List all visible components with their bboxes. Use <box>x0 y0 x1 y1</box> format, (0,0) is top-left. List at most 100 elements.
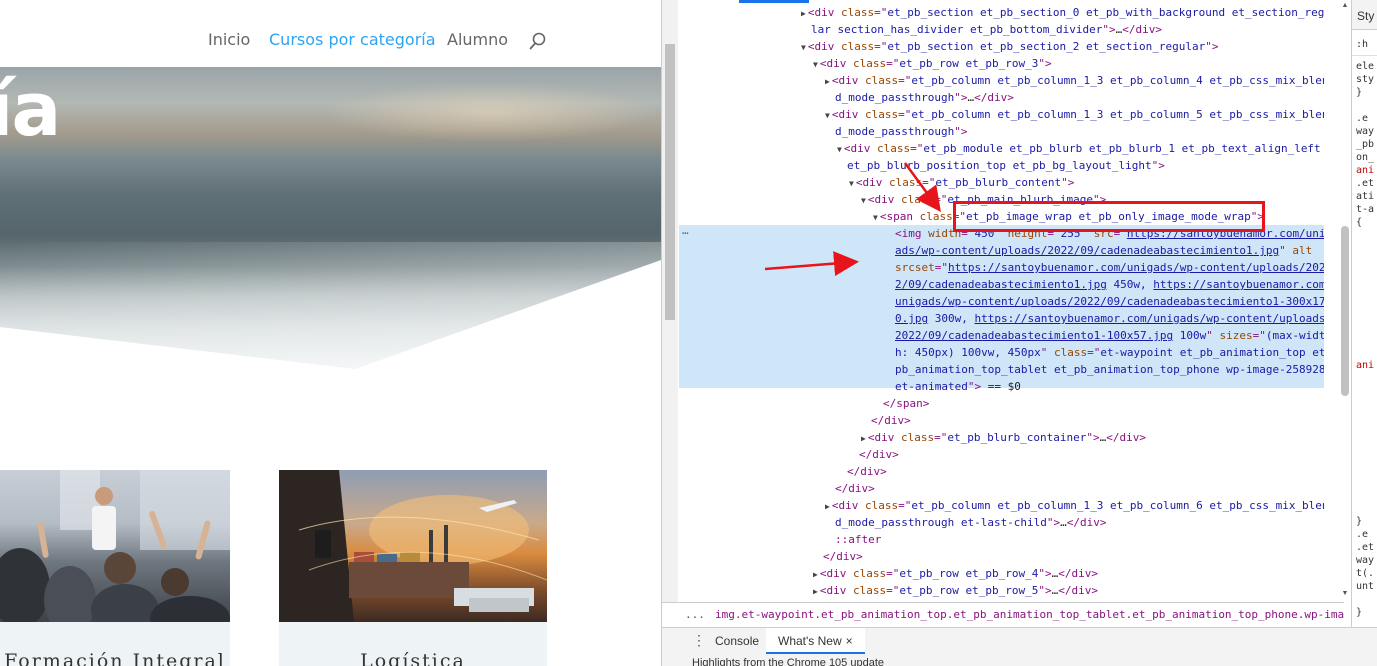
dom-node-line[interactable]: srcset="https://santoybuenamor.com/uniga… <box>895 259 1324 276</box>
collapse-triangle-icon[interactable]: ▼ <box>825 111 830 120</box>
page-scrollbar-thumb[interactable] <box>665 44 675 320</box>
dom-token-val: et_pb_column et_pb_column_1_3 et_pb_colu… <box>911 108 1324 121</box>
dom-token-val: (max-widt <box>1265 329 1324 342</box>
dom-token-tag: "> <box>967 380 982 393</box>
collapse-triangle-icon[interactable]: ▼ <box>849 179 854 188</box>
dom-node-line[interactable]: ▶ <div class="et_pb_column et_pb_column_1… <box>825 497 1324 514</box>
dom-token-tag: =" <box>1252 329 1266 342</box>
dom-node-line[interactable]: ads/wp-content/uploads/2022/09/cadenadea… <box>895 242 1312 259</box>
dom-token-val: et_pb_blurb_position_top et_pb_bg_layout… <box>847 159 1152 172</box>
course-card-logistica[interactable]: Logística <box>279 470 547 666</box>
dom-node-line[interactable]: h: 450px) 100vw, 450px" class="et-waypoi… <box>895 344 1324 361</box>
dom-token-link[interactable]: ads/wp-content/uploads/2022/09/cadenadea… <box>895 244 1279 257</box>
nav-link-inicio[interactable]: Inicio <box>208 30 250 49</box>
dom-node-line[interactable]: </div> <box>859 446 899 463</box>
scroll-down-arrow-icon[interactable]: ▼ <box>1340 590 1350 597</box>
dom-node-line[interactable]: pb_animation_top_tablet et_pb_animation_… <box>895 361 1324 378</box>
breadcrumb-overflow[interactable]: ... <box>685 603 705 627</box>
expand-triangle-icon[interactable]: ▶ <box>801 9 806 18</box>
dom-token-tag: =" <box>874 40 888 53</box>
expand-triangle-icon[interactable]: ▶ <box>825 502 830 511</box>
dom-node-line[interactable]: et-animated"> == $0 <box>895 378 1021 395</box>
dom-token-val: et_pb_module et_pb_blurb et_pb_blurb_1 e… <box>923 142 1321 155</box>
collapse-triangle-icon[interactable]: ▼ <box>861 196 866 205</box>
dom-token-link[interactable]: 2022/09/cadenadeabastecimiento1-100x57.j… <box>895 329 1173 342</box>
course-card-image[interactable] <box>279 470 547 622</box>
search-icon[interactable] <box>528 31 548 51</box>
dom-token-attr: sizes <box>1219 329 1253 342</box>
dom-node-line[interactable]: </div> <box>835 480 875 497</box>
close-icon[interactable]: × <box>846 634 853 648</box>
collapse-triangle-icon[interactable]: ▼ <box>801 43 806 52</box>
tab-whats-new[interactable]: What's New × <box>766 628 865 654</box>
nav-link-alumno[interactable]: Alumno <box>447 30 508 49</box>
dom-node-line[interactable]: 0.jpg 300w, https://santoybuenamor.com/u… <box>895 310 1324 327</box>
breadcrumb-selected-node[interactable]: img.et-waypoint.et_pb_animation_top.et_p… <box>715 603 1344 627</box>
styles-line: sty <box>1356 74 1375 85</box>
dom-token-val: et_pb_blurb_content <box>935 176 1062 189</box>
dom-node-line[interactable]: </div> <box>823 548 863 565</box>
hero-title: ía <box>0 67 61 153</box>
course-card-formacion-integral[interactable]: Formación Integral <box>0 470 230 666</box>
styles-line: t-a <box>1356 204 1375 215</box>
dom-token-link[interactable]: https://santoybuenamor.com/unigads/wp-co… <box>948 261 1324 274</box>
elements-scrollbar[interactable] <box>1340 0 1350 602</box>
elements-tree[interactable]: … ▶ <div class="et_pb_section et_pb_secti… <box>679 0 1324 602</box>
tab-styles[interactable]: Sty <box>1357 9 1374 23</box>
dom-token-tag: =" <box>934 261 948 274</box>
nav-link-cursos-por-categoria[interactable]: Cursos por categoría <box>269 30 436 49</box>
elements-scrollbar-thumb[interactable] <box>1341 226 1349 396</box>
dom-token-link[interactable]: https://santoybuenamor.com/ <box>1153 278 1324 291</box>
styles-line: { <box>1356 217 1363 228</box>
dom-node-line[interactable]: ▶ <div class="et_pb_blurb_container">…</d… <box>861 429 1146 446</box>
collapse-triangle-icon[interactable]: ▼ <box>813 60 818 69</box>
dom-node-line[interactable]: unigads/wp-content/uploads/2022/09/caden… <box>895 293 1324 310</box>
dom-node-line[interactable]: ▶ <div class="et_pb_row et_pb_row_4">…</d… <box>813 565 1098 582</box>
dom-node-line[interactable]: d_mode_passthrough et-last-child">…</div… <box>835 514 1107 531</box>
dom-token-tag: <span <box>879 210 920 223</box>
node-actions-ellipsis[interactable]: … <box>682 224 689 237</box>
dom-node-line[interactable]: et_pb_blurb_position_top et_pb_bg_layout… <box>847 157 1165 174</box>
dom-node-line[interactable]: ::after <box>835 531 881 548</box>
dom-token-link[interactable]: unigads/wp-content/uploads/2022/09/caden… <box>895 295 1324 308</box>
dom-node-line[interactable]: d_mode_passthrough">…</div> <box>835 89 1014 106</box>
dom-node-line[interactable]: ▼ <div class="et_pb_blurb_content"> <box>849 174 1074 191</box>
tab-whats-new-label: What's New <box>778 634 842 648</box>
collapse-triangle-icon[interactable]: ▼ <box>837 145 842 154</box>
site-header: Inicio Cursos por categoría Alumno <box>0 0 661 67</box>
dom-node-line[interactable]: ▼ <div class="et_pb_section et_pb_section… <box>801 38 1218 55</box>
tab-console[interactable]: Console <box>715 628 759 654</box>
dom-node-line[interactable]: </div> <box>847 463 887 480</box>
expand-triangle-icon[interactable]: ▶ <box>813 570 818 579</box>
dom-token-txt: … <box>1060 516 1067 529</box>
collapse-triangle-icon[interactable]: ▼ <box>873 213 878 222</box>
styles-line: t(. <box>1356 568 1375 579</box>
page-scrollbar[interactable] <box>662 0 678 628</box>
dom-node-line[interactable]: d_mode_passthrough"> <box>835 123 967 140</box>
styles-line: } <box>1356 87 1363 98</box>
dom-node-line[interactable]: lar section_has_divider et_pb_bottom_div… <box>811 21 1162 38</box>
dom-token-val: 450w, <box>1106 278 1154 291</box>
dom-node-line[interactable]: ▼ <div class="et_pb_column et_pb_column_1… <box>825 106 1324 123</box>
dom-node-line[interactable]: </div> <box>871 412 911 429</box>
dom-token-link[interactable]: 2/09/cadenadeabastecimiento1.jpg <box>895 278 1107 291</box>
expand-triangle-icon[interactable]: ▶ <box>825 77 830 86</box>
dom-token-val: et_pb_row et_pb_row_3 <box>899 57 1039 70</box>
dom-token-val: et_pb_section et_pb_section_0 et_pb_with… <box>887 6 1324 19</box>
dom-token-link[interactable]: https://santoybuenamor.com/unigads/wp-co… <box>974 312 1324 325</box>
styles-filter-input[interactable]: :h <box>1356 38 1368 51</box>
expand-triangle-icon[interactable]: ▶ <box>861 434 866 443</box>
drawer-menu-icon[interactable]: ⋮ <box>692 632 706 649</box>
dom-node-line[interactable]: ▶ <div class="et_pb_row et_pb_row_5">…</d… <box>813 582 1098 599</box>
dom-node-line[interactable]: </span> <box>883 395 929 412</box>
dom-breadcrumb[interactable]: ... img.et-waypoint.et_pb_animation_top.… <box>662 602 1344 627</box>
dom-node-line[interactable]: ▶ <div class="et_pb_column et_pb_column_1… <box>825 72 1324 89</box>
dom-node-line[interactable]: ▼ <div class="et_pb_module et_pb_blurb et… <box>837 140 1321 157</box>
dom-token-link[interactable]: 0.jpg <box>895 312 928 325</box>
dom-node-line[interactable]: ▶ <div class="et_pb_section et_pb_section… <box>801 4 1324 21</box>
expand-triangle-icon[interactable]: ▶ <box>813 587 818 596</box>
dom-node-line[interactable]: ▼ <div class="et_pb_row et_pb_row_3"> <box>813 55 1052 72</box>
course-card-image[interactable] <box>0 470 230 622</box>
dom-node-line[interactable]: 2/09/cadenadeabastecimiento1.jpg 450w, h… <box>895 276 1324 293</box>
dom-node-line[interactable]: 2022/09/cadenadeabastecimiento1-100x57.j… <box>895 327 1324 344</box>
